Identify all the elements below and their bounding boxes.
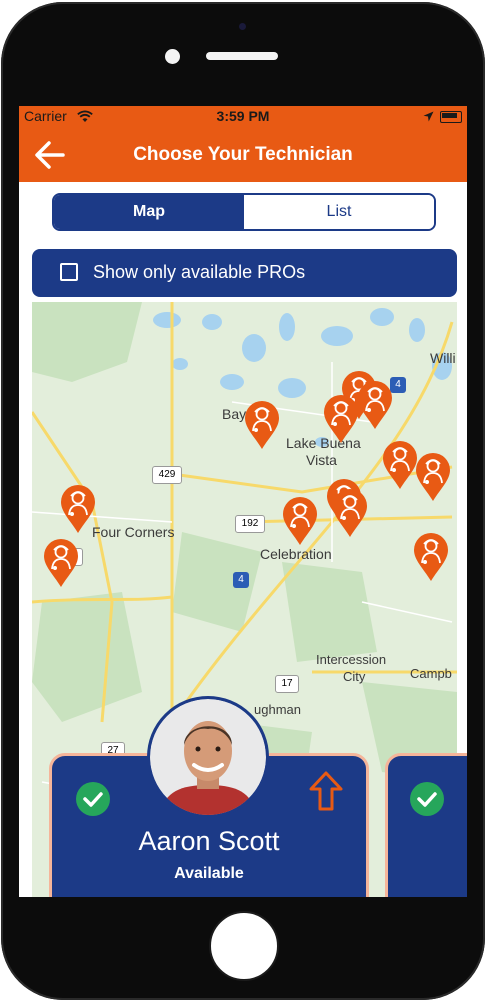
technician-name: Aaron Scott: [138, 826, 280, 856]
road-shield-429: 429: [152, 466, 182, 484]
technician-pin-icon[interactable]: [43, 538, 79, 588]
map-label-campb: Campb: [410, 666, 452, 681]
status-time: 3:59 PM: [216, 108, 270, 124]
technician-pin-icon[interactable]: [60, 484, 96, 534]
page-title: Choose Your Technician: [133, 144, 353, 165]
technician-pin-icon[interactable]: [282, 496, 318, 546]
avatar[interactable]: [147, 696, 269, 818]
map-label-city: City: [343, 669, 366, 684]
arrow-up-outline-icon[interactable]: [306, 770, 346, 812]
map-label-intercession: Intercession: [316, 652, 387, 667]
road-shield-17: 17: [275, 675, 299, 693]
map-label-ughman: ughman: [254, 702, 301, 717]
road-shield-4-south: 4: [233, 572, 249, 588]
technician-pin-icon[interactable]: [415, 452, 451, 502]
view-toggle: Map List: [52, 193, 436, 231]
road-shield-192: 192: [235, 515, 265, 533]
check-circle-icon: [410, 782, 444, 816]
front-camera: [165, 49, 180, 64]
battery-icon: [440, 111, 462, 123]
proximity-sensor: [239, 23, 246, 30]
map-label-willi: Willi: [430, 350, 456, 366]
available-checkbox[interactable]: [60, 263, 78, 281]
map-label-four-corners: Four Corners: [92, 524, 175, 540]
available-filter-label: Show only available PROs: [93, 262, 306, 282]
app-screen: Carrier 3:59 PM Choose Your Technician M…: [19, 106, 467, 897]
available-filter[interactable]: Show only available PROs: [32, 249, 457, 297]
nav-bar: Choose Your Technician: [19, 128, 467, 182]
avatar-photo: [150, 699, 266, 815]
status-bar: Carrier 3:59 PM: [19, 106, 467, 128]
technician-pin-icon[interactable]: [244, 400, 280, 450]
technician-pin-icon[interactable]: [413, 532, 449, 582]
technician-pin-icon[interactable]: [323, 394, 359, 444]
next-technician-card[interactable]: [385, 753, 467, 897]
location-arrow-icon: [423, 111, 434, 122]
map-label-bay: Bay: [222, 406, 247, 422]
technician-pin-icon[interactable]: [332, 488, 368, 538]
map-label-celebration: Celebration: [260, 546, 332, 562]
home-button[interactable]: [209, 911, 279, 981]
technician-pin-icon[interactable]: [382, 440, 418, 490]
tab-list[interactable]: List: [244, 195, 434, 229]
earpiece-speaker: [206, 52, 278, 60]
check-circle-icon: [76, 782, 110, 816]
tab-map[interactable]: Map: [54, 195, 244, 229]
technician-status: Available: [174, 865, 244, 882]
technician-pin-icon[interactable]: [357, 380, 393, 430]
map-label-vista: Vista: [306, 452, 337, 468]
